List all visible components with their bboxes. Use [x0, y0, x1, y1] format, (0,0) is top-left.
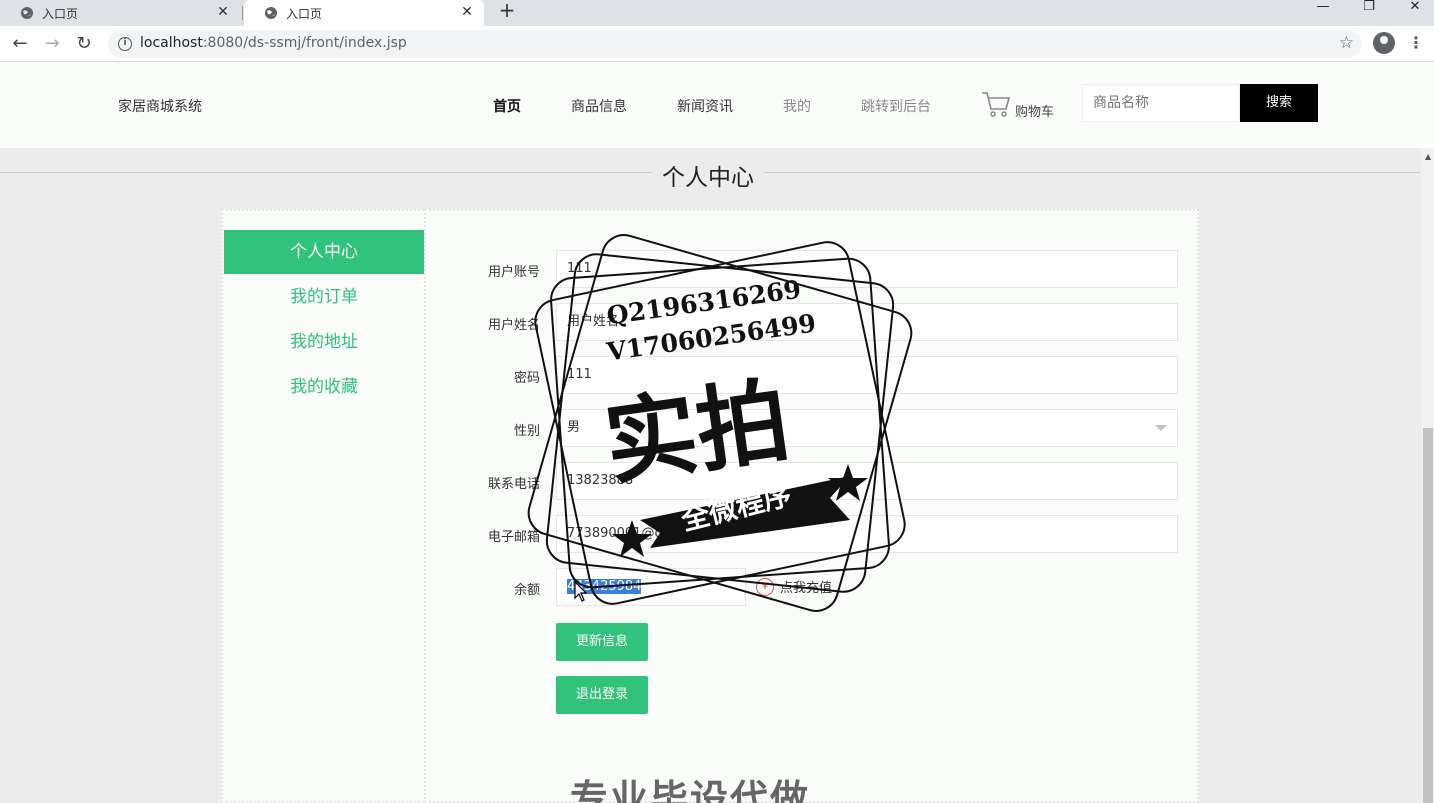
close-tab-icon[interactable]: ✕: [458, 3, 476, 21]
nav-mine[interactable]: 我的: [783, 96, 811, 116]
forward-icon[interactable]: →: [40, 32, 64, 56]
mouse-cursor-icon: [574, 581, 588, 602]
info-icon[interactable]: i: [118, 37, 132, 51]
sidebar-item-profile[interactable]: 个人中心: [224, 230, 424, 274]
tab-title: 入口页: [286, 6, 323, 21]
user-sidebar: 个人中心 我的订单 我的地址 我的收藏: [221, 209, 424, 803]
sidebar-item-orders[interactable]: 我的订单: [224, 275, 424, 319]
watermark-bottom-text: 专业毕设代做: [570, 777, 811, 803]
globe-icon: [21, 7, 33, 19]
search-input[interactable]: [1082, 84, 1240, 122]
browser-menu-icon[interactable]: ⋮: [1408, 33, 1424, 52]
sidebar-item-favorites[interactable]: 我的收藏: [224, 365, 424, 409]
url-text: localhost:8080/ds-ssmj/front/index.jsp: [140, 35, 407, 51]
dropdown-arrow-icon[interactable]: [1155, 425, 1167, 431]
site-header: 家居商城系统 首页 商品信息 新闻资讯 我的 跳转到后台 购物车 搜索: [0, 62, 1434, 148]
nav-home[interactable]: 首页: [493, 96, 521, 116]
bookmark-star-icon[interactable]: ☆: [1339, 33, 1354, 53]
close-window-button[interactable]: ✕: [1392, 0, 1434, 16]
url-host: localhost: [140, 35, 203, 51]
close-tab-icon[interactable]: ✕: [214, 3, 232, 21]
scroll-up-arrow-icon[interactable]: ▲: [1425, 152, 1431, 161]
scrollbar-thumb[interactable]: [1423, 428, 1433, 803]
update-info-button[interactable]: 更新信息: [556, 623, 648, 661]
browser-tab-bar: 入口页 ✕ 入口页 ✕ + — ❐ ✕: [0, 0, 1434, 26]
profile-avatar-icon[interactable]: [1373, 32, 1395, 54]
globe-icon: [265, 7, 277, 19]
tab-separator: [242, 6, 243, 20]
nav-news[interactable]: 新闻资讯: [677, 96, 733, 116]
reload-icon[interactable]: ↻: [72, 32, 96, 56]
browser-toolbar: ← → ↻ i localhost:8080/ds-ssmj/front/ind…: [0, 26, 1434, 62]
browser-tab-2[interactable]: 入口页 ✕: [244, 0, 484, 26]
page-title: 个人中心: [652, 158, 764, 192]
tab-title: 入口页: [42, 6, 79, 21]
url-path: :8080/ds-ssmj/front/index.jsp: [202, 35, 407, 51]
browser-tab-1[interactable]: 入口页 ✕: [0, 0, 240, 26]
nav-products[interactable]: 商品信息: [571, 96, 627, 116]
sidebar-item-address[interactable]: 我的地址: [224, 320, 424, 364]
nav-admin[interactable]: 跳转到后台: [861, 96, 931, 116]
new-tab-button[interactable]: +: [496, 0, 518, 22]
address-bar[interactable]: i localhost:8080/ds-ssmj/front/index.jsp…: [108, 30, 1362, 58]
logout-button[interactable]: 退出登录: [556, 676, 648, 714]
restore-button[interactable]: ❐: [1346, 0, 1392, 16]
minimize-button[interactable]: —: [1300, 0, 1346, 16]
search-button[interactable]: 搜索: [1240, 84, 1318, 122]
back-icon[interactable]: ←: [8, 32, 32, 56]
cart-label[interactable]: 购物车: [1015, 101, 1054, 120]
site-brand[interactable]: 家居商城系统: [118, 96, 202, 116]
shopping-cart-icon[interactable]: [981, 90, 1011, 118]
